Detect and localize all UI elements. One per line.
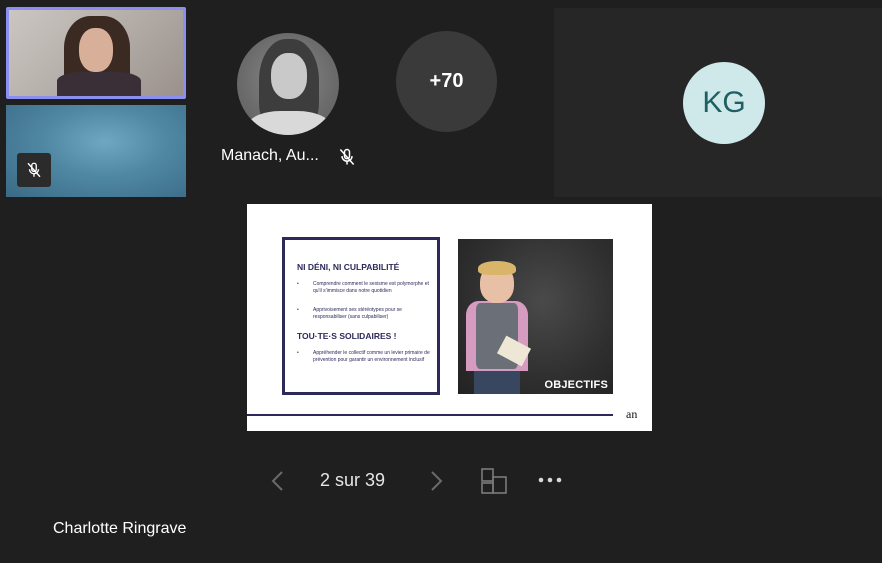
participant-video-tile-active[interactable] — [6, 7, 186, 99]
slide-page-counter: 2 sur 39 — [320, 470, 386, 490]
avatar-face-shape — [271, 53, 307, 99]
bullet-dot: • — [297, 350, 299, 356]
child-hair-shape — [478, 261, 516, 275]
more-horizontal-icon[interactable] — [537, 470, 567, 490]
slide-footer-line — [247, 414, 613, 416]
bullet-dot: • — [297, 307, 299, 313]
chevron-left-icon[interactable] — [268, 470, 288, 492]
slide-photo-child: OBJECTIFS — [458, 239, 613, 394]
avatar-shirt-shape — [247, 111, 331, 135]
participant-face-shape — [79, 28, 113, 72]
slide-bullet: • Comprendre comment le sexisme est poly… — [297, 281, 429, 294]
slide-logo: an — [626, 407, 638, 421]
muted-indicator — [17, 153, 51, 187]
participant-name-label: Manach, Au... — [221, 147, 319, 164]
slide-bullet: • Apprivoisement ses stéréotypes pour se… — [297, 307, 402, 320]
slide-heading-1: NI DÉNI, NI CULPABILITÉ — [297, 262, 400, 272]
slide-text-box: NI DÉNI, NI CULPABILITÉ • Comprendre com… — [282, 237, 440, 395]
mic-off-icon — [339, 148, 355, 165]
participant-avatar-photo[interactable] — [237, 33, 339, 135]
bullet-dot: • — [297, 281, 299, 287]
slide-bullet: • Appréhender le collectif comme un levi… — [297, 350, 430, 363]
slide-heading-2: TOU·TE·S SOLIDAIRES ! — [297, 331, 397, 341]
participant-body-shape — [57, 72, 141, 96]
mic-off-icon — [27, 162, 41, 178]
chevron-right-icon[interactable] — [426, 470, 446, 492]
layout-icon[interactable] — [479, 466, 509, 496]
slide-photo-caption: OBJECTIFS — [544, 379, 608, 391]
presentation-slide: NI DÉNI, NI CULPABILITÉ • Comprendre com… — [247, 204, 652, 431]
initials-text: KG — [702, 86, 746, 119]
child-legs-shape — [474, 371, 520, 394]
more-participants-button[interactable]: +70 — [396, 31, 497, 132]
initials-avatar: KG — [683, 62, 765, 144]
presenter-name-label: Charlotte Ringrave — [53, 520, 187, 537]
overflow-count: +70 — [429, 70, 464, 92]
